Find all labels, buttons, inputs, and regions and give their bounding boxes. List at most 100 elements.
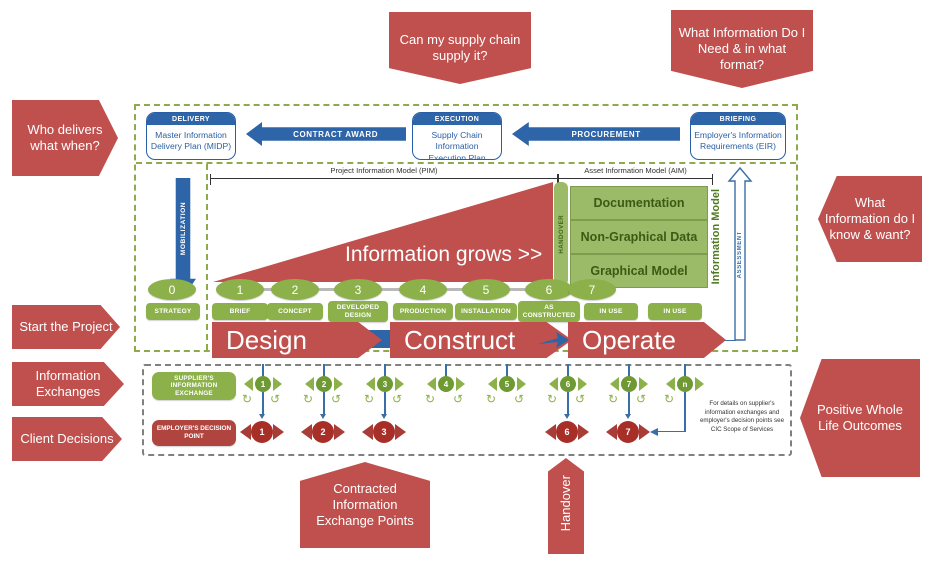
decision-feed-tip-1 xyxy=(258,414,265,419)
information-model-title: Information Model xyxy=(708,186,724,288)
plan-row-divider xyxy=(136,162,796,164)
plan-box-briefing[interactable]: BRIEFING Employer's Information Requirem… xyxy=(690,112,786,160)
information-model-graphical-label: Graphical Model xyxy=(590,264,688,278)
n-feedback-line-vertical xyxy=(684,392,686,432)
stage-oval-6[interactable]: 6 xyxy=(525,279,573,300)
recycle-icon-1a: ↻ xyxy=(242,392,253,406)
supplier-marker-1-number: 1 xyxy=(252,376,274,392)
employer-marker-1-text: 1 xyxy=(259,427,265,437)
supplier-marker-2-text: 2 xyxy=(321,379,327,389)
stage-oval-0[interactable]: 0 xyxy=(148,279,196,300)
phase-design[interactable]: Design xyxy=(212,322,382,358)
stage-oval-0-number: 0 xyxy=(168,282,176,297)
employer-marker-6-number: 6 xyxy=(555,424,579,440)
information-model-nongraphical-label: Non-Graphical Data xyxy=(580,230,698,244)
employer-marker-2-number: 2 xyxy=(311,424,335,440)
stage-oval-4-number: 4 xyxy=(419,282,427,297)
stage-box-as-constructed[interactable]: AS CONSTRUCTED xyxy=(518,301,580,322)
supplier-marker-4-number: 4 xyxy=(435,376,457,392)
stage-box-in-use-2[interactable]: IN USE xyxy=(648,303,702,320)
n-feedback-arrowhead xyxy=(650,428,658,436)
bracket-pim-label: Project Information Model (PIM) xyxy=(330,166,438,175)
callout-start-project-text: Start the Project xyxy=(19,318,113,334)
bim-process-diagram: Can my supply chain supply it? What Info… xyxy=(0,0,928,561)
decision-feed-tip-7 xyxy=(624,414,631,419)
recycle-icon-6a: ↻ xyxy=(547,392,558,406)
callout-what-info-need: What Information Do I Need & in what for… xyxy=(671,10,813,88)
information-model-documentation: Documentation xyxy=(570,186,708,220)
recycle-icon-3a: ↻ xyxy=(364,392,375,406)
information-model-nongraphical: Non-Graphical Data xyxy=(570,220,708,254)
stage-box-installation[interactable]: INSTALLATION xyxy=(455,303,517,320)
information-growth-label: Information grows >> xyxy=(345,243,543,266)
supplier-marker-6-text: 6 xyxy=(565,379,571,389)
handover-bar: HANDOVER xyxy=(554,182,568,286)
stage-box-in-use-1-label: IN USE xyxy=(599,307,623,315)
plan-box-execution[interactable]: EXECUTION Supply Chain Information Execu… xyxy=(412,112,502,160)
stage-box-concept[interactable]: CONCEPT xyxy=(267,303,323,320)
supplier-marker-2-number: 2 xyxy=(313,376,335,392)
decision-feed-line-7 xyxy=(628,392,630,416)
recycle-icon-4b: ↺ xyxy=(453,392,464,406)
stage-box-production[interactable]: PRODUCTION xyxy=(393,303,453,320)
arrow-assessment-text: ASSESSMENT xyxy=(737,231,743,279)
recycle-icon-5a: ↻ xyxy=(486,392,497,406)
decision-feed-line-1 xyxy=(262,392,264,416)
handover-bar-label: HANDOVER xyxy=(557,214,565,254)
callout-supply-chain-text: Can my supply chain supply it? xyxy=(399,31,521,63)
stage-oval-2[interactable]: 2 xyxy=(271,279,319,300)
employer-decision-point-label[interactable]: EMPLOYER'S DECISION POINT xyxy=(152,420,236,446)
recycle-icon-7b: ↺ xyxy=(636,392,647,406)
stage-box-in-use-1[interactable]: IN USE xyxy=(584,303,638,320)
cic-scope-note: For details on supplier's information ex… xyxy=(699,400,785,434)
supplier-marker-5-text: 5 xyxy=(504,379,510,389)
stage-box-developed-design[interactable]: DEVELOPED DESIGN xyxy=(328,301,388,322)
supplier-marker-7-text: 7 xyxy=(626,379,632,389)
callout-client-decisions-text: Client Decisions xyxy=(20,430,114,446)
plan-box-delivery[interactable]: DELIVERY Master Information Delivery Pla… xyxy=(146,112,236,160)
callout-start-project: Start the Project xyxy=(12,305,120,349)
stage-oval-7-number: 7 xyxy=(588,282,596,297)
stage-box-strategy-label: STRATEGY xyxy=(154,307,192,315)
callout-what-info-know-text: What Information do I know & want? xyxy=(824,194,916,243)
arrow-assessment-label: ASSESSMENT xyxy=(730,200,750,310)
stage-oval-3[interactable]: 3 xyxy=(334,279,382,300)
supplier-marker-n-number: n xyxy=(674,376,696,392)
decision-feed-line-3 xyxy=(384,392,386,416)
bracket-aim xyxy=(558,174,713,185)
stage-box-brief[interactable]: BRIEF xyxy=(212,303,268,320)
stage-oval-6-number: 6 xyxy=(545,282,553,297)
stage-box-as-constructed-label: AS CONSTRUCTED xyxy=(522,303,576,319)
decision-feed-tip-3 xyxy=(380,414,387,419)
stage-oval-5[interactable]: 5 xyxy=(462,279,510,300)
arrow-mobilization-label: MOBILIZATION xyxy=(179,201,187,255)
employer-marker-3-number: 3 xyxy=(372,424,396,440)
stage-oval-7[interactable]: 7 xyxy=(568,279,616,300)
supplier-information-exchange-label[interactable]: SUPPLIER'S INFORMATION EXCHANGE xyxy=(152,372,236,400)
callout-supply-chain: Can my supply chain supply it? xyxy=(389,12,531,84)
stage-oval-1-number: 1 xyxy=(236,282,244,297)
stage-box-brief-label: BRIEF xyxy=(229,307,251,315)
supplier-marker-1-text: 1 xyxy=(260,379,266,389)
recycle-icon-1b: ↺ xyxy=(270,392,281,406)
recycle-icon-2a: ↻ xyxy=(303,392,314,406)
callout-information-exchanges-text: Information Exchanges xyxy=(35,367,101,399)
phase-operate[interactable]: Operate xyxy=(568,322,726,358)
employer-marker-1-number: 1 xyxy=(250,424,274,440)
plan-box-delivery-header: DELIVERY xyxy=(147,113,235,125)
recycle-icon-4a: ↻ xyxy=(425,392,436,406)
employer-decision-point-text: EMPLOYER'S DECISION POINT xyxy=(156,425,232,440)
stage-oval-4[interactable]: 4 xyxy=(399,279,447,300)
stage-box-strategy[interactable]: STRATEGY xyxy=(146,303,200,320)
callout-positive-outcomes: Positive Whole Life Outcomes xyxy=(800,359,920,477)
stage-oval-1[interactable]: 1 xyxy=(216,279,264,300)
callout-handover-text: Handover xyxy=(557,474,573,532)
phase-operate-label: Operate xyxy=(582,325,676,355)
plan-box-delivery-body: Master Information Delivery Plan (MIDP) xyxy=(150,129,232,152)
supplier-marker-n-text: n xyxy=(682,379,688,389)
recycle-icon-7a: ↻ xyxy=(608,392,619,406)
callout-contracted-points-text: Contracted Information Exchange Points xyxy=(316,480,414,529)
callout-client-decisions: Client Decisions xyxy=(12,417,122,461)
recycle-icon-2b: ↺ xyxy=(331,392,342,406)
stage-box-developed-design-label: DEVELOPED DESIGN xyxy=(336,303,380,319)
